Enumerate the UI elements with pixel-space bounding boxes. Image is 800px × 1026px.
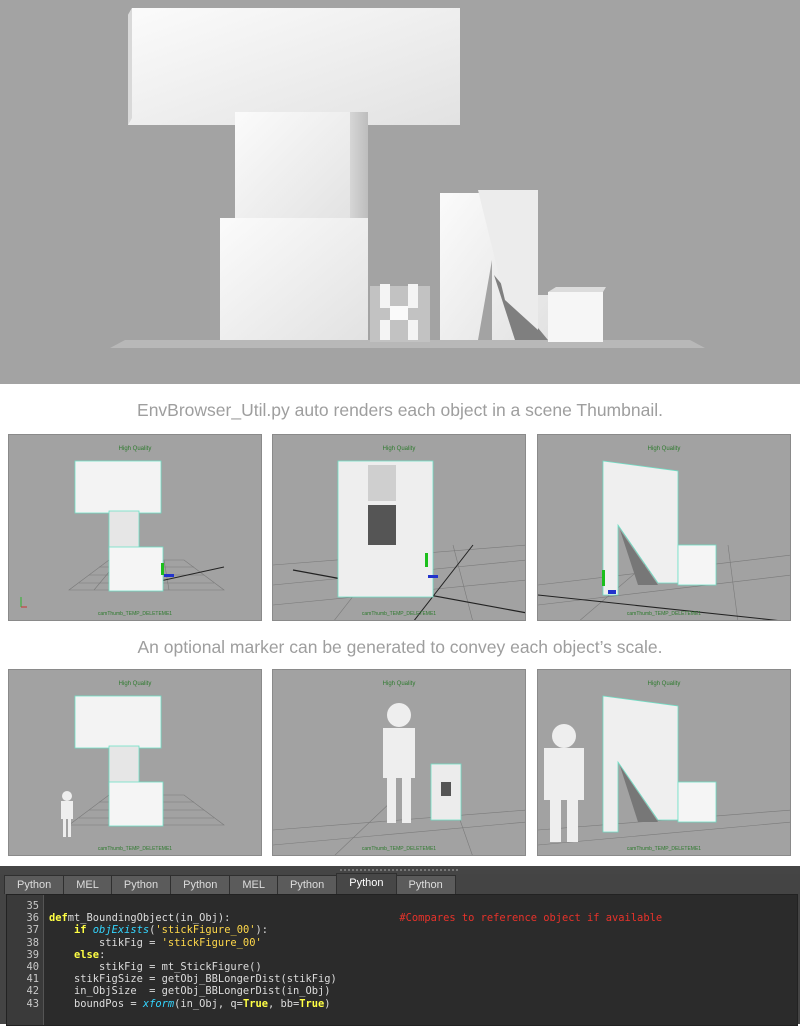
line-number: 39	[26, 948, 39, 961]
code-line: 39 else:	[7, 949, 662, 961]
viewport-camera-label: camThumb_TEMP_DELETEME1	[97, 846, 173, 852]
code-line: 40 stikFig = mt_StickFigure()	[7, 961, 662, 973]
line-number: 38	[26, 936, 39, 949]
code-token: ):	[255, 924, 268, 937]
editor-tab-bar: Python MEL Python Python MEL Python Python Pyth…	[4, 873, 456, 894]
editor-tab-python[interactable]: Python	[395, 875, 456, 894]
code-token: boundPos =	[49, 997, 143, 1010]
viewport-thumbnail-h-scale[interactable]: High Quality camThumb_TEMP_DELETEME1	[272, 669, 526, 856]
viewport-camera-label: camThumb_TEMP_DELETEME1	[626, 846, 702, 852]
viewport-thumbnail-h[interactable]: High Quality camThumb_TEMP_DELETEME1	[272, 434, 526, 621]
editor-tab-mel[interactable]: MEL	[63, 875, 112, 894]
letter-h-small	[370, 284, 430, 342]
letter-t-stem	[235, 112, 350, 227]
hero-render	[0, 0, 800, 384]
code-text: stikFigSize = getObj_BBLongerDist(stikFi…	[49, 973, 337, 985]
code-token: 'stickFigure_00'	[155, 924, 256, 937]
code-token: , bb=	[267, 997, 300, 1010]
viewport-t-scale-scene	[61, 695, 225, 837]
viewport-n-scene	[538, 460, 790, 620]
stick-figure-marker	[383, 703, 415, 823]
viewport-camera-label: camThumb_TEMP_DELETEME1	[361, 846, 437, 852]
letter-n	[440, 190, 548, 340]
code-token: in_ObjSize = getObj_BBLongerDist(in_Obj)	[49, 985, 331, 998]
code-token: if	[74, 924, 87, 937]
editor-tab-python[interactable]: Python	[336, 873, 397, 894]
viewport-thumbnail-t-scale[interactable]: High Quality camThumb_TEMP_DELETEME1	[8, 669, 262, 856]
code-line: 42 in_ObjSize = getObj_BBLongerDist(in_O…	[7, 985, 662, 997]
code-token: :	[99, 948, 106, 961]
code-token: mt_BoundingObject(in_Obj):	[67, 912, 231, 925]
viewport-quality-label: High Quality	[382, 681, 416, 687]
code-text: stikFig = 'stickFigure_00'	[49, 937, 262, 949]
caption-scale-marker: An optional marker can be generated to c…	[137, 637, 663, 657]
code-text: stikFig = mt_StickFigure()	[49, 961, 262, 973]
code-token: True	[299, 997, 325, 1010]
code-line: 36 defmt_BoundingObject(in_Obj): #Compare…	[7, 912, 662, 924]
code-text: boundPos = xform(in_Obj, q=True, bb=True…	[49, 998, 331, 1010]
code-line: 37 if objExists('stickFigure_00'):	[7, 924, 662, 936]
code-token: stikFig = mt_StickFigure()	[49, 960, 262, 973]
code-token: else	[74, 948, 100, 961]
code-text: in_ObjSize = getObj_BBLongerDist(in_Obj)	[49, 985, 331, 997]
viewport-n-scale-scene	[538, 695, 790, 846]
small-cube	[548, 292, 603, 342]
hero-letters-render	[110, 8, 705, 348]
viewport-h-scale-scene	[273, 703, 525, 855]
code-token: xform	[142, 997, 175, 1010]
viewport-thumbnail-n[interactable]: High Quality camThumb_TEMP_DELETEME1	[537, 434, 791, 621]
editor-tab-python[interactable]: Python	[277, 875, 338, 894]
code-line: 41 stikFigSize = getObj_BBLongerDist(sti…	[7, 973, 662, 985]
viewport-quality-label: High Quality	[647, 681, 681, 687]
code-area[interactable]: 35 36 defmt_BoundingObject(in_Obj): #Compa…	[6, 894, 798, 1026]
viewport-quality-label: High Quality	[647, 446, 681, 452]
panel-resize-handle[interactable]	[0, 866, 800, 874]
code-token: def	[49, 912, 68, 925]
viewport-camera-label: camThumb_TEMP_DELETEME1	[626, 611, 702, 617]
viewport-quality-label: High Quality	[118, 446, 152, 452]
editor-tab-mel[interactable]: MEL	[229, 875, 278, 894]
code-text: defmt_BoundingObject(in_Obj): #Compares …	[49, 912, 662, 924]
viewport-quality-label: High Quality	[118, 681, 152, 687]
code-token: stikFigSize = getObj_BBLongerDist(stikFi…	[49, 973, 337, 986]
code-token: stikFig =	[49, 936, 162, 949]
editor-tab-python[interactable]: Python	[4, 875, 65, 894]
code-lines: 35 36 defmt_BoundingObject(in_Obj): #Compa…	[7, 900, 662, 1010]
code-line: 38 stikFig = 'stickFigure_00'	[7, 937, 662, 949]
code-line: 43 boundPos = xform(in_Obj, q=True, bb=T…	[7, 998, 662, 1010]
script-editor: Python MEL Python Python MEL Python Python Pyth…	[0, 866, 800, 1026]
code-token: (in_Obj, q=	[174, 997, 243, 1010]
letter-t-top	[128, 8, 460, 125]
code-token: objExists	[86, 924, 150, 937]
code-token: )	[324, 997, 331, 1010]
code-text: if objExists('stickFigure_00'):	[49, 924, 268, 936]
line-number: 35	[26, 900, 39, 912]
code-token: 'stickFigure_00'	[161, 936, 262, 949]
code-token: #Compares to reference object if availab…	[399, 912, 663, 925]
line-number: 42	[26, 985, 39, 998]
line-number: 43	[26, 997, 39, 1010]
viewport-thumbnail-t[interactable]: High Quality camThumb_TEMP_DELETEME1	[8, 434, 262, 621]
viewport-camera-label: camThumb_TEMP_DELETEME1	[361, 611, 437, 617]
stick-figure-marker	[61, 791, 73, 837]
viewport-quality-label: High Quality	[382, 446, 416, 452]
viewport-thumbnail-n-scale[interactable]: High Quality camThumb_TEMP_DELETEME1	[537, 669, 791, 856]
code-token: True	[242, 997, 268, 1010]
editor-tab-python[interactable]: Python	[170, 875, 231, 894]
viewport-t-scene	[20, 460, 225, 608]
code-line: 35	[7, 900, 662, 912]
viewport-h-scene	[273, 460, 525, 620]
line-number: 41	[26, 973, 39, 986]
line-number: 40	[26, 960, 39, 973]
caption-auto-render: EnvBrowser_Util.py auto renders each obj…	[137, 400, 663, 420]
editor-tab-python[interactable]: Python	[110, 875, 172, 894]
viewport-camera-label: camThumb_TEMP_DELETEME1	[97, 611, 173, 617]
code-text: else:	[49, 949, 105, 961]
stick-figure-marker	[544, 724, 584, 842]
line-number: 36	[26, 912, 39, 925]
line-number: 37	[26, 924, 39, 937]
